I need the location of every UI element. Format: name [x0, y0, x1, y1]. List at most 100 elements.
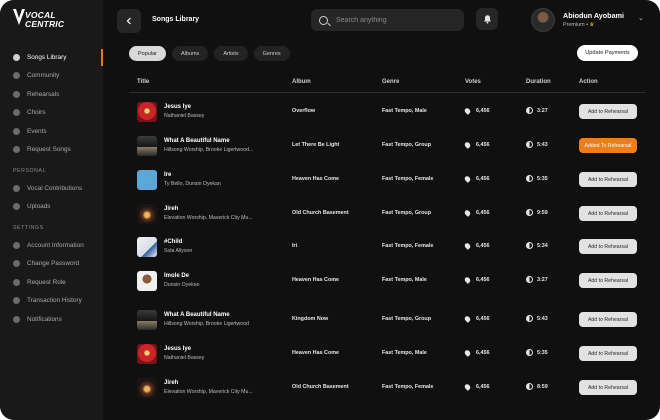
update-payments-button[interactable]: Update Payments [577, 45, 638, 61]
column-header-album[interactable]: Album [292, 79, 311, 85]
song-album: Heaven Has Come [292, 277, 340, 283]
table-row[interactable]: Imole De Dunsin Oyekan Heaven Has Come Fast… [0, 264, 660, 298]
filter-chips: Popular Albums Artists Genres [129, 46, 290, 61]
filter-chip-artists[interactable]: Artists [214, 46, 248, 61]
table-row[interactable]: What A Beautiful Name Hillsong Worship, B… [0, 303, 660, 337]
sidebar-item-songs-library[interactable]: Songs Library [0, 48, 103, 67]
filter-chip-genres[interactable]: Genres [253, 46, 290, 61]
table-row[interactable]: Jireh Elevation Worship, Maverick City Mu… [0, 371, 660, 405]
song-duration: 8:59 [537, 384, 548, 390]
search-input[interactable] [336, 16, 456, 24]
chevron-down-icon[interactable]: ⌄ [638, 14, 644, 22]
add-to-rehearsal-button[interactable]: Add to Rehearsal [579, 312, 637, 327]
search-bar[interactable] [311, 9, 464, 31]
song-album: Overflow [292, 108, 316, 114]
user-plan-label: Premium • [563, 22, 588, 28]
song-genre: Fast Tempo, Female [382, 176, 434, 182]
add-to-rehearsal-button[interactable]: Add to Rehearsal [579, 239, 637, 254]
song-artist: Hillsong Worship, Brooke Ligertwood [164, 321, 249, 327]
song-title[interactable]: What A Beautiful Name [164, 138, 230, 144]
add-to-rehearsal-button[interactable]: Add to Rehearsal [579, 380, 637, 395]
table-row[interactable]: Jesus Iye Nathaniel Bassey Heaven Has Come… [0, 337, 660, 371]
song-artist: Dunsin Oyekan [164, 282, 200, 288]
add-to-rehearsal-button[interactable]: Add to Rehearsal [579, 104, 637, 119]
search-icon [319, 15, 328, 25]
song-title[interactable]: What A Beautiful Name [164, 312, 230, 318]
song-genre: Fast Tempo, Male [382, 277, 427, 283]
clock-icon [526, 209, 533, 216]
clock-icon [526, 315, 533, 322]
clock-icon [526, 383, 533, 390]
vote-icon [463, 141, 472, 149]
song-votes: 6,456 [476, 350, 490, 356]
add-to-rehearsal-button[interactable]: Add to Rehearsal [579, 346, 637, 361]
header-divider [129, 92, 646, 93]
column-header-title[interactable]: Title [137, 79, 149, 85]
song-artist: Nathaniel Bassey [164, 113, 205, 119]
column-header-duration[interactable]: Duration [526, 79, 551, 85]
clock-icon [526, 141, 533, 148]
filter-chip-albums[interactable]: Albums [171, 46, 209, 61]
brand-logo[interactable]: VOCAL CENTRIC [13, 9, 93, 31]
clock-icon [526, 107, 533, 114]
user-name: Abiodun Ayobami [563, 11, 624, 20]
album-art [137, 170, 157, 190]
table-row[interactable]: #Child Sola Allyson Iri Fast Tempo, Female 6… [0, 230, 660, 264]
add-to-rehearsal-button[interactable]: Add to Rehearsal [579, 273, 637, 288]
column-header-genre[interactable]: Genre [382, 79, 399, 85]
song-title[interactable]: Jesus Iye [164, 104, 191, 110]
logo-text-line2: CENTRIC [25, 18, 65, 29]
table-row[interactable]: Jesus Iye Nathaniel Bassey Overflow Fast Te… [0, 95, 660, 129]
column-header-votes[interactable]: Votes [465, 79, 481, 85]
back-button[interactable] [117, 9, 141, 33]
notification-button[interactable] [476, 8, 498, 30]
add-to-rehearsal-button[interactable]: Add to Rehearsal [579, 172, 637, 187]
clock-icon [526, 349, 533, 356]
filter-chip-popular[interactable]: Popular [129, 46, 166, 61]
add-to-rehearsal-button[interactable]: Add to Rehearsal [579, 206, 637, 221]
song-genre: Fast Tempo, Group [382, 142, 432, 148]
vote-icon [463, 383, 472, 391]
album-art [137, 102, 157, 122]
song-duration: 5:34 [537, 243, 548, 249]
app-window: VOCAL CENTRIC Songs Library Community Re… [0, 0, 660, 420]
table-header: Title Album Genre Votes Duration Action [0, 79, 660, 89]
song-duration: 5:35 [537, 176, 548, 182]
table-row[interactable]: Ire Ty Bello, Dunsin Oyekan Heaven Has Com… [0, 163, 660, 197]
avatar[interactable] [531, 8, 555, 32]
song-album: Old Church Basement [292, 384, 349, 390]
song-votes: 6,456 [476, 176, 490, 182]
song-duration: 3:27 [537, 108, 548, 114]
table-row[interactable]: What A Beautiful Name Hillsong Worship, B… [0, 129, 660, 163]
song-duration: 3:27 [537, 277, 548, 283]
vote-icon [463, 315, 472, 323]
album-art [137, 271, 157, 291]
song-title[interactable]: Ire [164, 172, 171, 178]
song-album: Kingdom Now [292, 316, 329, 322]
page-title: Songs Library [152, 16, 200, 23]
song-votes: 6,456 [476, 384, 490, 390]
song-votes: 6,456 [476, 243, 490, 249]
song-votes: 6,456 [476, 277, 490, 283]
logo-mark-icon [13, 9, 25, 25]
song-album: Iri [292, 243, 298, 249]
song-artist: Nathaniel Bassey [164, 355, 205, 361]
added-to-rehearsal-button[interactable]: Added To Rehearsal [579, 138, 637, 153]
table-row[interactable]: Jireh Elevation Worship, Maverick City Mu… [0, 197, 660, 231]
bell-icon [483, 15, 491, 24]
song-title[interactable]: Imole De [164, 273, 189, 279]
clock-icon [526, 276, 533, 283]
vote-icon [463, 242, 472, 250]
song-title[interactable]: Jireh [164, 380, 178, 386]
song-artist: Elevation Worship, Maverick City Mu... [164, 389, 253, 395]
album-art [137, 204, 157, 224]
song-title[interactable]: #Child [164, 239, 182, 245]
music-icon [13, 53, 20, 61]
album-art [137, 310, 157, 330]
song-title[interactable]: Jireh [164, 206, 178, 212]
song-title[interactable]: Jesus Iye [164, 346, 191, 352]
user-plan: Premium • ♛ [563, 22, 594, 28]
song-duration: 9:59 [537, 210, 548, 216]
song-votes: 6,456 [476, 316, 490, 322]
song-genre: Fast Tempo, Group [382, 210, 432, 216]
